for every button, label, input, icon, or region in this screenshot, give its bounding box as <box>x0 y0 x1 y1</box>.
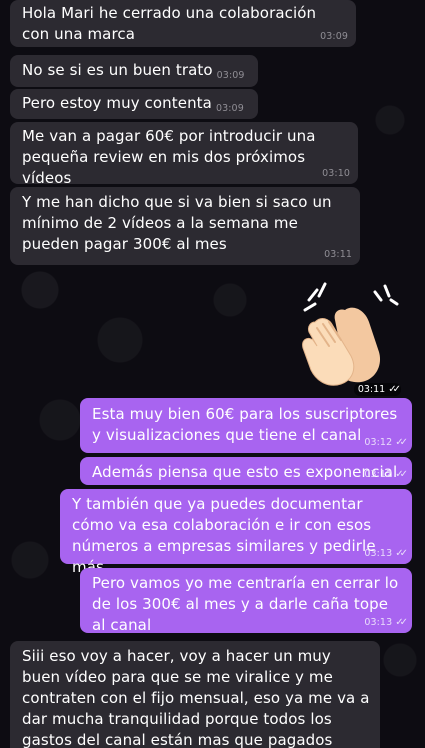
message-time-with-receipt: 03:12 ✓✓ <box>364 437 408 448</box>
outgoing-message[interactable]: Pero vamos yo me centraría en cerrar lo … <box>80 568 412 634</box>
message-time: 03:11 <box>324 249 352 260</box>
double-check-icon: ✓✓ <box>395 469 408 480</box>
outgoing-message[interactable]: Esta muy bien 60€ para los suscriptores … <box>80 398 412 453</box>
message-time-with-receipt: 03:13 ✓✓ <box>364 548 408 559</box>
message-time: 03:09 <box>215 103 244 114</box>
message-time-with-receipt: 03:13 ✓✓ <box>364 617 408 628</box>
message-text: Además piensa que esto es exponencial <box>92 463 398 481</box>
message-text: Y me han dicho que si va bien si saco un… <box>22 193 332 253</box>
message-time: 03:09 <box>216 70 245 81</box>
incoming-message[interactable]: Siii eso voy a hacer, voy a hacer un muy… <box>10 641 380 748</box>
outgoing-message[interactable]: Y también que ya puedes documentar cómo … <box>60 489 412 576</box>
message-text: Me van a pagar 60€ por introducir una pe… <box>22 127 316 187</box>
double-check-icon: ✓✓ <box>395 617 408 628</box>
message-time: 03:10 <box>322 168 350 179</box>
chat-area[interactable]: Hola Mari he cerrado una colaboración co… <box>0 0 425 748</box>
outgoing-message[interactable]: Además piensa que esto es exponencial 03… <box>80 457 412 485</box>
incoming-message[interactable]: Me van a pagar 60€ por introducir una pe… <box>10 122 358 187</box>
message-text: Esta muy bien 60€ para los suscriptores … <box>92 405 398 444</box>
double-check-icon: ✓✓ <box>395 437 408 448</box>
message-time: 03:09 <box>320 31 348 42</box>
message-text: No se si es un buen trato <box>22 61 213 79</box>
incoming-message[interactable]: No se si es un buen trato 03:09 <box>10 55 258 87</box>
message-text: Pero vamos yo me centraría en cerrar lo … <box>92 574 399 634</box>
double-check-icon: ✓✓ <box>388 384 401 395</box>
incoming-message[interactable]: Y me han dicho que si va bien si saco un… <box>10 187 360 265</box>
incoming-message[interactable]: Pero estoy muy contenta 03:09 <box>10 89 258 119</box>
incoming-message[interactable]: Hola Mari he cerrado una colaboración co… <box>10 0 356 47</box>
sticker-time: 03:11 ✓✓ <box>353 383 401 396</box>
message-text: Pero estoy muy contenta <box>22 94 212 112</box>
clapping-hands-icon <box>302 282 399 386</box>
message-time-with-receipt: 03:12 ✓✓ <box>364 469 408 480</box>
double-check-icon: ✓✓ <box>395 548 408 559</box>
message-text: Y también que ya puedes documentar cómo … <box>72 495 376 576</box>
message-text: Siii eso voy a hacer, voy a hacer un muy… <box>22 647 370 748</box>
clapping-hands-sticker[interactable]: 03:11 ✓✓ <box>295 282 405 396</box>
message-text: Hola Mari he cerrado una colaboración co… <box>22 4 317 43</box>
